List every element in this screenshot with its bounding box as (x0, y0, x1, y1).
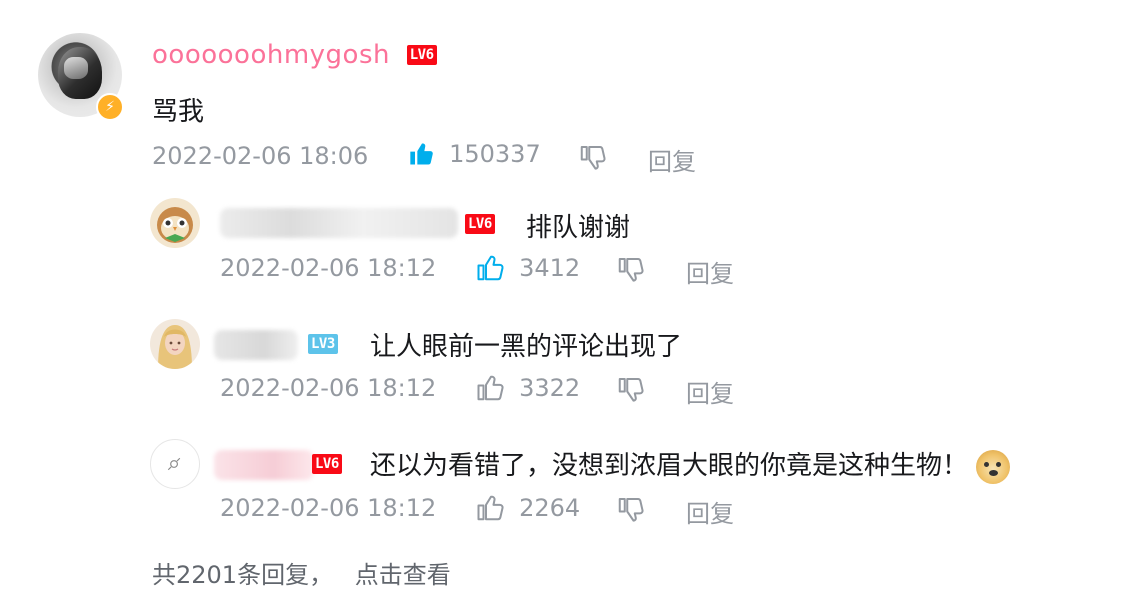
thumbs-up-icon (477, 375, 504, 401)
comment-username[interactable]: ooooooohmygosh LV6 (152, 40, 437, 70)
like-count: 3322 (519, 374, 581, 402)
level-badge: LV3 (308, 334, 338, 354)
reply-username-blurred[interactable] (214, 330, 298, 360)
like-button[interactable]: 3322 (476, 373, 580, 403)
thumbs-up-icon (477, 495, 504, 521)
doge-emoji-icon (976, 449, 1011, 484)
dislike-button[interactable] (616, 374, 646, 408)
like-button[interactable]: 2264 (476, 493, 580, 523)
level-badge: LV6 (406, 45, 437, 65)
reply-button[interactable]: 回复 (648, 142, 696, 177)
level-badge: LV6 (465, 214, 495, 234)
thumbs-up-icon (410, 143, 433, 165)
like-count: 150337 (449, 140, 541, 168)
comment-content: 骂我 (152, 97, 205, 127)
reply-avatar[interactable] (150, 439, 200, 489)
thumbs-down-icon (618, 258, 644, 282)
like-count: 2264 (519, 494, 581, 522)
thumbs-down-icon (580, 146, 606, 170)
owl-avatar-icon (157, 207, 193, 243)
level-badge: LV6 (312, 454, 342, 474)
like-button[interactable]: 3412 (476, 253, 580, 283)
reply-button[interactable]: 回复 (686, 374, 734, 409)
view-replies-link[interactable]: 点击查看 (355, 561, 451, 589)
reply-username-blurred[interactable] (214, 450, 314, 480)
dislike-button[interactable] (616, 254, 646, 288)
thumbs-down-icon (618, 498, 644, 522)
thumbs-up-icon (477, 255, 504, 281)
dislike-button[interactable] (578, 142, 608, 176)
reply-button[interactable]: 回复 (686, 254, 734, 289)
dislike-button[interactable] (616, 494, 646, 528)
like-button[interactable]: 150337 (408, 140, 541, 168)
reply-avatar[interactable] (150, 319, 200, 369)
reply-content: 让人眼前一黑的评论出现了 (370, 332, 683, 362)
like-count: 3412 (519, 254, 581, 282)
reply-time: 2022-02-06 18:12 (220, 494, 437, 522)
reply-time: 2022-02-06 18:12 (220, 374, 437, 402)
doodle-avatar-icon (167, 457, 181, 471)
comment-time: 2022-02-06 18:06 (152, 142, 369, 170)
thumbs-down-icon (618, 378, 644, 402)
reply-button[interactable]: 回复 (686, 494, 734, 529)
replies-summary: 共2201条回复， 点击查看 (152, 561, 451, 589)
blonde-avatar-icon (158, 325, 192, 369)
lightning-badge-icon: ⚡ (96, 93, 124, 121)
reply-content: 排队谢谢 (526, 213, 631, 243)
reply-content: 还以为看错了，没想到浓眉大眼的你竟是这种生物！ (370, 445, 1011, 484)
reply-time: 2022-02-06 18:12 (220, 254, 437, 282)
reply-username-blurred[interactable] (220, 208, 458, 238)
reply-avatar[interactable] (150, 198, 200, 248)
